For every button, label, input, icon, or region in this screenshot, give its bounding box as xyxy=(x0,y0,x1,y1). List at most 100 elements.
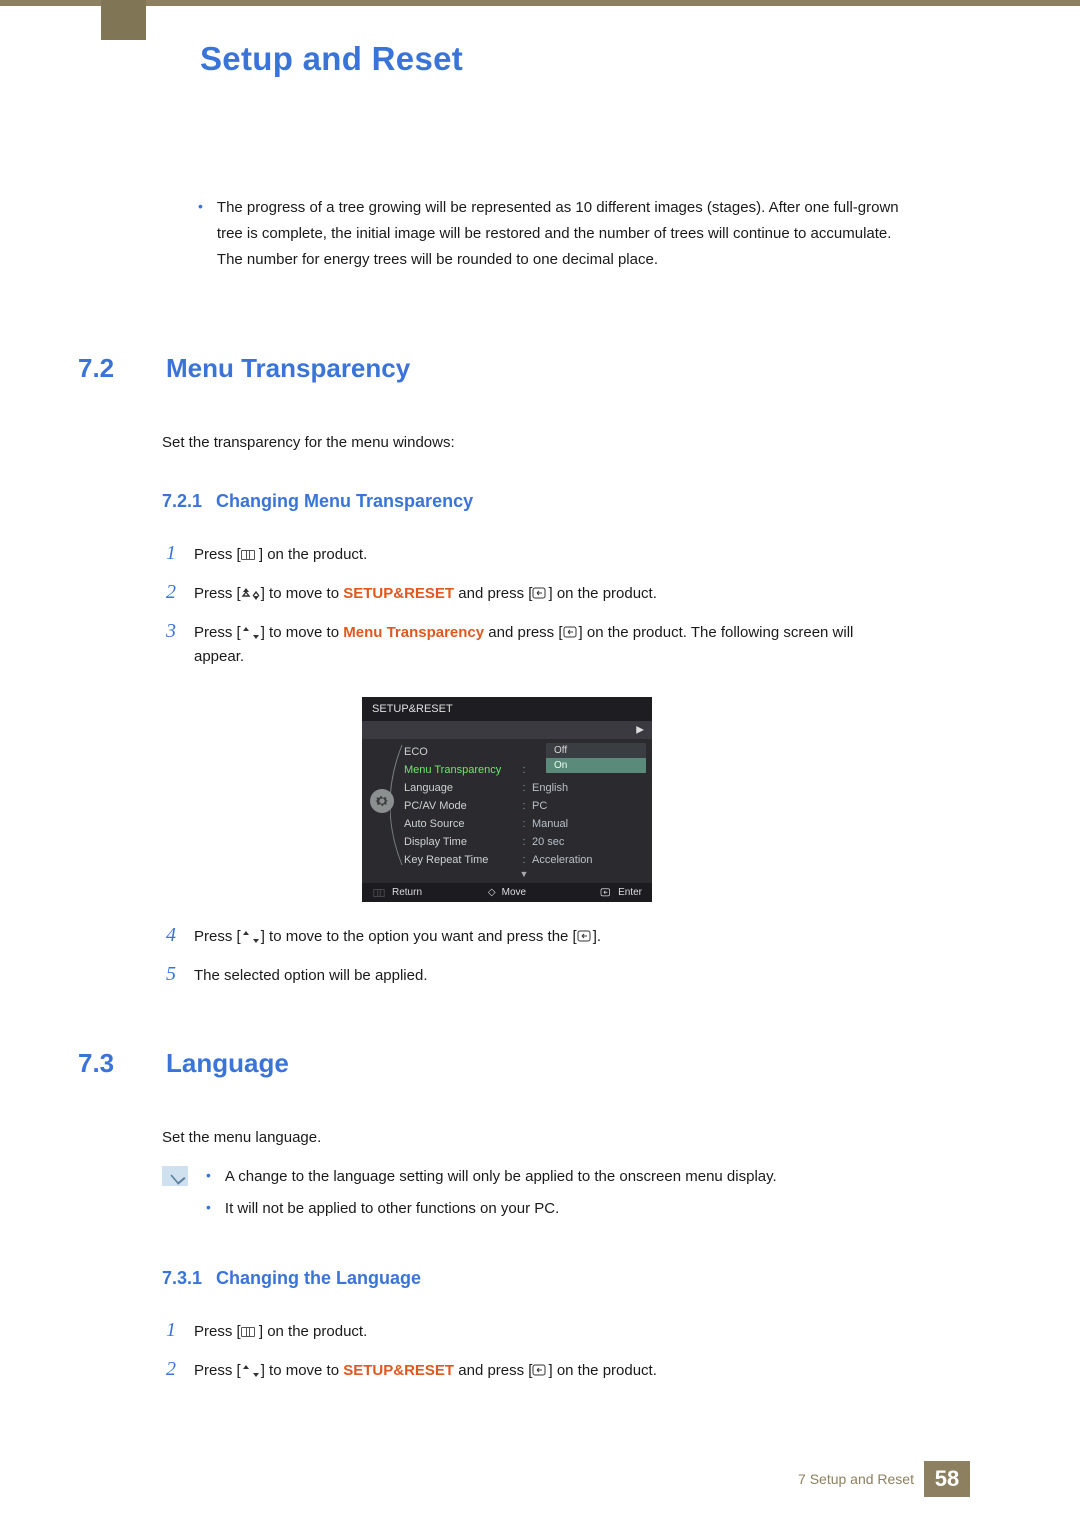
osd-row: Key Repeat Time: Acceleration xyxy=(404,851,644,869)
osd-window: SETUP&RESET ▶ ECO Menu Trans xyxy=(362,697,652,902)
step-item: 1 Press [ ] on the product. xyxy=(162,542,900,567)
enter-icon xyxy=(563,626,579,640)
step-item: 4 Press [] to move to the option you wan… xyxy=(162,924,900,949)
step-number: 5 xyxy=(162,963,176,986)
osd-title: SETUP&RESET xyxy=(362,697,652,721)
step-text: Press [ ] on the product. xyxy=(194,543,900,567)
step-text: Press [] to move to Menu Transparency an… xyxy=(194,621,900,669)
menu-icon xyxy=(373,889,384,897)
text-frag: ] on the product. xyxy=(548,1362,656,1379)
text-frag: Return xyxy=(392,887,422,898)
bullet-text: The progress of a tree growing will be r… xyxy=(217,195,900,273)
intro-bullets: • The progress of a tree growing will be… xyxy=(198,195,900,273)
subsection-title: Changing the Language xyxy=(216,1268,421,1289)
osd-option-popup: Off On xyxy=(546,743,646,773)
osd-label: PC/AV Mode xyxy=(404,800,516,812)
text-frag: Move xyxy=(502,887,526,898)
colon: : xyxy=(520,782,528,794)
osd-header-strip: ▶ xyxy=(362,721,652,739)
step-text: Press [ ] on the product. xyxy=(194,1320,900,1344)
breadcrumb: 7 Setup and Reset xyxy=(798,1471,914,1487)
section-7-2: 7.2 Menu Transparency Set the transparen… xyxy=(162,353,900,988)
up-down-icon: ◇ xyxy=(488,887,496,898)
step-number: 1 xyxy=(162,1319,176,1342)
text-frag: Enter xyxy=(618,887,642,898)
text-frag: and press [ xyxy=(454,585,532,602)
bullet-text: A change to the language setting will on… xyxy=(225,1164,777,1190)
osd-row: Display Time:20 sec xyxy=(404,833,644,851)
text-frag: Press [ xyxy=(194,928,241,945)
osd-option-off: Off xyxy=(546,743,646,758)
colon: : xyxy=(520,854,528,866)
osd-body: ECO Menu Transparency: Language:English … xyxy=(362,739,652,883)
osd-footer-return: Return xyxy=(372,887,459,898)
chapter-tab xyxy=(101,0,146,40)
osd-footer-enter: Enter xyxy=(555,887,642,898)
menu-icon xyxy=(241,1327,255,1337)
section-title: Language xyxy=(166,1048,289,1079)
step-item: 5 The selected option will be applied. xyxy=(162,963,900,988)
step-number: 1 xyxy=(162,542,176,565)
enter-icon xyxy=(532,587,548,601)
arrow-right-icon: ▶ xyxy=(636,725,644,736)
text-frag: ]. xyxy=(593,928,601,945)
subsection-title: Changing Menu Transparency xyxy=(216,491,473,512)
section-number: 7.2 xyxy=(78,353,130,384)
text-emph: SETUP&RESET xyxy=(343,1362,454,1379)
text-frag: ] to move to xyxy=(261,1362,344,1379)
step-number: 3 xyxy=(162,620,176,643)
osd-value: 20 sec xyxy=(532,836,644,848)
osd-label: Key Repeat Time xyxy=(404,854,516,866)
note-icon xyxy=(162,1166,188,1186)
osd-footer-move: ◇ Move xyxy=(463,887,550,898)
step-number: 2 xyxy=(162,1358,176,1381)
section-heading: 7.2 Menu Transparency xyxy=(78,353,900,384)
text-frag: ] on the product. xyxy=(255,546,368,563)
osd-row: Auto Source:Manual xyxy=(404,815,644,833)
osd-value: English xyxy=(532,782,644,794)
page-number: 58 xyxy=(924,1461,970,1497)
text-frag: and press [ xyxy=(454,1362,532,1379)
step-number: 2 xyxy=(162,581,176,604)
step-item: 2 Press [ ] to move to SETUP&RESET and pr… xyxy=(162,581,900,606)
text-frag: Press [ xyxy=(194,546,241,563)
text-emph: Menu Transparency xyxy=(343,624,484,641)
text-frag: Press [ xyxy=(194,1362,241,1379)
up-down-icon xyxy=(241,588,261,600)
gear-icon xyxy=(370,789,394,813)
step-text: Press [ ] to move to SETUP&RESET and pres… xyxy=(194,1359,900,1383)
text-frag: ] on the product. xyxy=(255,1323,368,1340)
up-down-icon xyxy=(241,931,261,943)
list-item: •A change to the language setting will o… xyxy=(206,1164,777,1190)
osd-option-on: On xyxy=(546,758,646,773)
text-emph: SETUP&RESET xyxy=(343,585,454,602)
step-item: 3 Press [] to move to Menu Transparency … xyxy=(162,620,900,669)
list-item: •It will not be applied to other functio… xyxy=(206,1196,777,1222)
section-desc: Set the menu language. xyxy=(162,1129,900,1146)
text-frag: ] to move to the option you want and pre… xyxy=(261,928,577,945)
text-frag: Press [ xyxy=(194,624,241,641)
step-item: 1 Press [ ] on the product. xyxy=(162,1319,900,1344)
page-footer: 7 Setup and Reset 58 xyxy=(798,1461,970,1497)
text-frag: ] to move to xyxy=(261,624,344,641)
osd-value: Acceleration xyxy=(532,854,644,866)
colon: : xyxy=(520,764,528,776)
bullet-text: It will not be applied to other function… xyxy=(225,1196,559,1222)
note-block: •A change to the language setting will o… xyxy=(162,1164,900,1228)
step-text: Press [ ] to move to the option you want … xyxy=(194,925,900,949)
section-number: 7.3 xyxy=(78,1048,130,1079)
manual-page: Setup and Reset • The progress of a tree… xyxy=(0,0,1080,1527)
bullet-dot-icon: • xyxy=(198,195,203,273)
enter-icon xyxy=(577,930,593,944)
enter-icon xyxy=(600,888,612,898)
osd-label: ECO xyxy=(404,746,516,758)
list-item: • The progress of a tree growing will be… xyxy=(198,195,900,273)
osd-row: Language:English xyxy=(404,779,644,797)
enter-icon xyxy=(532,1364,548,1378)
subsection-number: 7.3.1 xyxy=(162,1268,202,1289)
osd-label-selected: Menu Transparency xyxy=(404,764,516,776)
text-frag: Press [ xyxy=(194,585,241,602)
section-7-3: 7.3 Language Set the menu language. •A c… xyxy=(162,1048,900,1383)
text-frag: ] to move to xyxy=(261,585,344,602)
up-down-icon xyxy=(241,1365,261,1377)
